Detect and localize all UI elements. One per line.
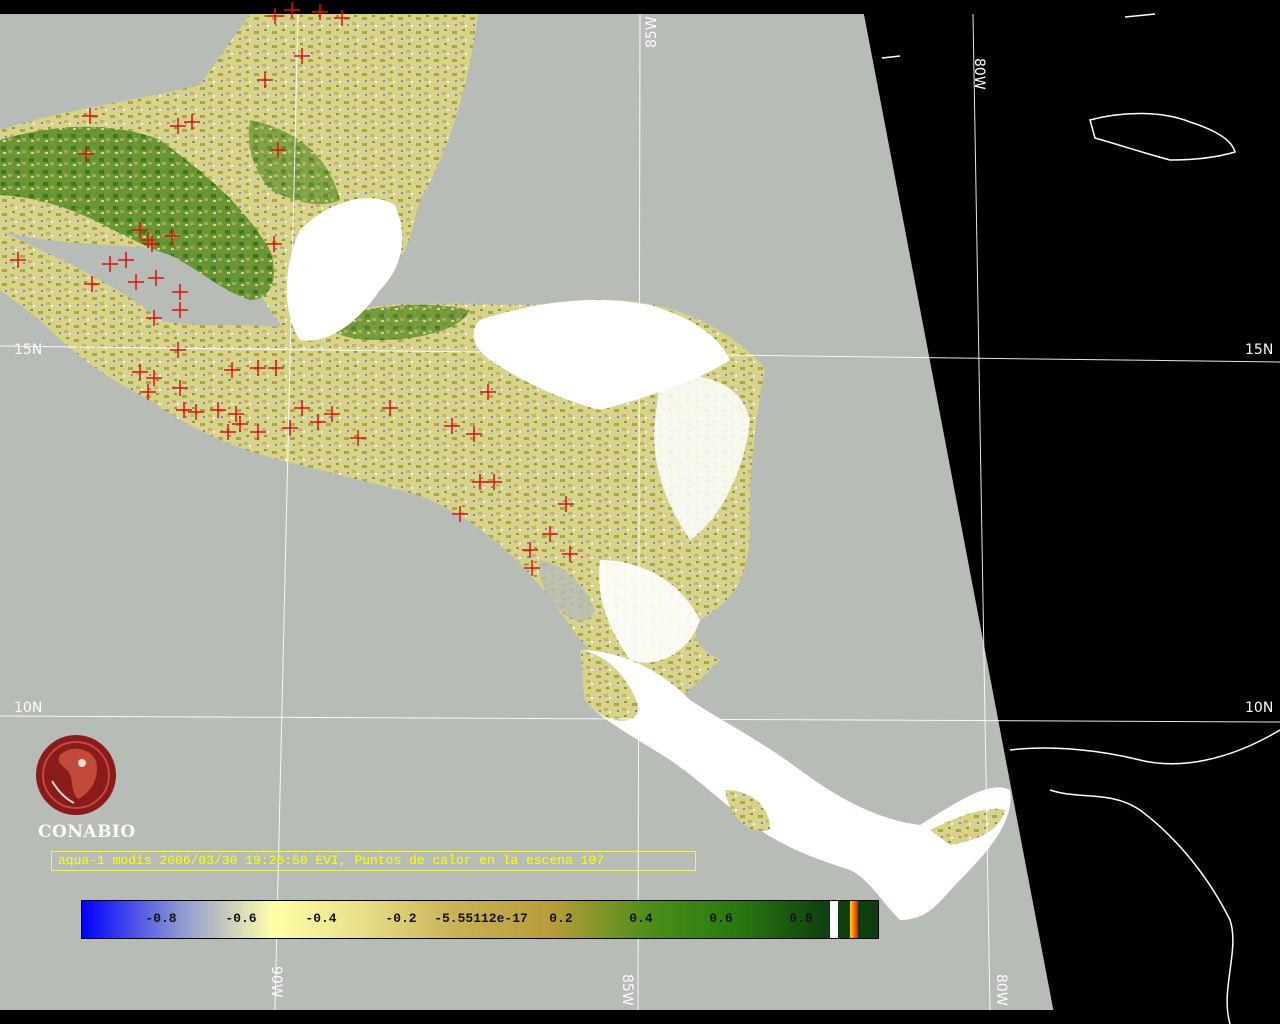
colorbar-tick: -0.2: [385, 911, 417, 926]
colorbar-tick: -5.55112e-17: [434, 911, 528, 926]
colorbar-tick-labels: -0.8 -0.6 -0.4 -0.2 -5.55112e-17 0.2 0.4…: [81, 900, 879, 939]
no-data-top: [0, 0, 1280, 14]
lon-label-80w-bottom: 80W: [993, 974, 1009, 1006]
colorbar-tick: 0.8: [789, 911, 813, 926]
colorbar-tick: 0.6: [709, 911, 733, 926]
colorbar-tick: -0.8: [145, 911, 177, 926]
lat-label-10n-left: 10N: [14, 700, 42, 716]
colorbar-tick: -0.4: [305, 911, 337, 926]
conabio-logo-text: CONABIO: [38, 822, 136, 842]
colorbar-tick: -0.6: [225, 911, 257, 926]
no-data-bottom: [0, 1010, 1280, 1024]
scene-caption: aqua-1 modis 2006/03/30 19:26:50 EVI, Pu…: [51, 851, 696, 871]
lat-label-10n-right: 10N: [1245, 700, 1273, 716]
lon-label-85w-top: 85W: [644, 16, 660, 48]
lat-label-15n-right: 15N: [1245, 342, 1273, 358]
colorbar-tick: 0.2: [549, 911, 573, 926]
lat-label-15n-left: 15N: [14, 342, 42, 358]
lon-label-80w-top: 80W: [971, 58, 987, 90]
lon-label-85w-bottom: 85W: [619, 974, 635, 1006]
colorbar-tick: 0.4: [629, 911, 653, 926]
lon-label-90w-bottom: 90W: [268, 966, 284, 998]
